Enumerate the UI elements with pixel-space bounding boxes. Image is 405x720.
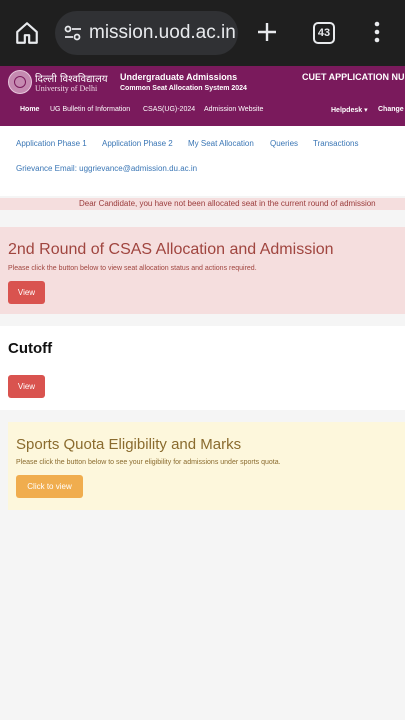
tune-icon[interactable] xyxy=(63,23,83,43)
allocation-description: Please click the button below to view se… xyxy=(8,265,257,272)
cuet-application-label: CUET APPLICATION NUMB xyxy=(302,72,405,82)
nav-csas[interactable]: CSAS(UG)-2024 xyxy=(143,106,195,113)
tab-queries[interactable]: Queries xyxy=(270,139,298,148)
allocation-title: 2nd Round of CSAS Allocation and Admissi… xyxy=(8,241,334,258)
main-nav: Home UG Bulletin of Information CSAS(UG)… xyxy=(0,104,405,120)
university-name-english: University of Delhi xyxy=(35,84,98,93)
nav-admission-website[interactable]: Admission Website xyxy=(204,106,263,113)
cutoff-title: Cutoff xyxy=(8,340,53,357)
allocation-panel: 2nd Round of CSAS Allocation and Admissi… xyxy=(0,227,405,314)
system-title: Undergraduate Admissions xyxy=(120,72,238,82)
nav-ug-bulletin[interactable]: UG Bulletin of Information xyxy=(50,106,130,113)
kebab-menu-icon[interactable] xyxy=(368,20,386,44)
tab-switcher-icon[interactable]: 43 xyxy=(313,22,335,44)
plus-icon[interactable] xyxy=(255,20,279,44)
grievance-email[interactable]: Grievance Email: uggrievance@admission.d… xyxy=(16,164,197,173)
nav-home[interactable]: Home xyxy=(20,106,39,113)
cutoff-view-button[interactable]: View xyxy=(8,375,45,398)
sports-description: Please click the button below to see you… xyxy=(16,459,281,466)
system-subtitle: Common Seat Allocation System 2024 xyxy=(120,85,247,92)
tab-application-phase-1[interactable]: Application Phase 1 xyxy=(16,139,87,148)
university-logo xyxy=(8,70,32,94)
dashboard-tabs: Application Phase 1 Application Phase 2 … xyxy=(0,126,405,196)
allocation-view-button[interactable]: View xyxy=(8,281,45,304)
sports-quota-panel: Sports Quota Eligibility and Marks Pleas… xyxy=(8,422,405,510)
nav-helpdesk[interactable]: Helpdesk ▾ xyxy=(331,106,368,114)
notice-banner: Dear Candidate, you have not been alloca… xyxy=(0,198,405,210)
cutoff-panel: Cutoff View xyxy=(0,326,405,410)
notice-text: Dear Candidate, you have not been alloca… xyxy=(79,199,376,208)
tab-my-seat-allocation[interactable]: My Seat Allocation xyxy=(188,139,254,148)
home-icon[interactable] xyxy=(14,20,40,46)
sports-title: Sports Quota Eligibility and Marks xyxy=(16,436,242,453)
tab-application-phase-2[interactable]: Application Phase 2 xyxy=(102,139,173,148)
university-name-hindi: दिल्ली विश्वविद्यालय xyxy=(35,74,108,85)
main-content: Application Phase 1 Application Phase 2 … xyxy=(0,126,405,720)
browser-toolbar: mission.uod.ac.in 43 xyxy=(0,0,405,66)
tab-transactions[interactable]: Transactions xyxy=(313,139,359,148)
url-text: mission.uod.ac.in xyxy=(89,22,236,43)
nav-change[interactable]: Change xyxy=(378,106,404,113)
address-bar[interactable]: mission.uod.ac.in xyxy=(55,11,238,55)
site-header: दिल्ली विश्वविद्यालय University of Delhi… xyxy=(0,66,405,126)
sports-click-to-view-button[interactable]: Click to view xyxy=(16,475,83,498)
